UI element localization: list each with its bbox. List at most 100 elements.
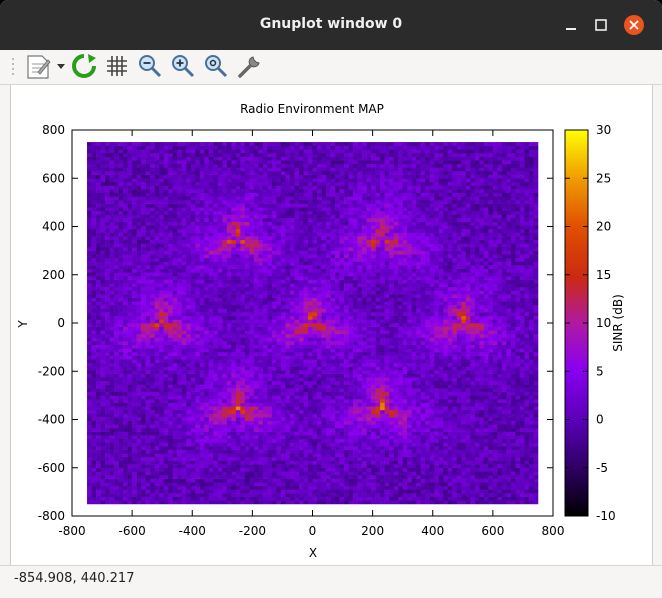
heatmap-cell [217, 500, 223, 505]
heatmap-cell [172, 395, 178, 400]
heatmap-cell [488, 496, 494, 501]
heatmap-cell [87, 395, 92, 400]
heatmap-cell [204, 417, 210, 422]
heatmap-cell [204, 323, 210, 327]
heatmap-cell [456, 493, 462, 497]
heatmap-cell [519, 485, 525, 490]
heatmap-cell [497, 402, 503, 407]
heatmap-cell [501, 420, 507, 425]
heatmap-cell [168, 496, 174, 501]
heatmap-cell [298, 409, 304, 414]
replot-icon[interactable] [70, 52, 98, 80]
settings-wrench-icon[interactable] [235, 52, 263, 80]
heatmap-cell [492, 500, 498, 505]
heatmap-cell [213, 427, 219, 432]
heatmap-cell [217, 496, 223, 501]
heatmap-cell [168, 388, 174, 393]
heatmap-cell [425, 500, 431, 505]
heatmap-cell [402, 395, 408, 400]
heatmap-cell [321, 489, 327, 494]
heatmap-cell [217, 420, 223, 425]
heatmap-cell [317, 366, 322, 371]
heatmap-cell [136, 373, 142, 378]
grid-icon[interactable] [103, 52, 131, 80]
heatmap-cell [235, 449, 241, 454]
plot-canvas[interactable]: Radio Environment MAP -800 -600 -400 -200 0 2… [10, 85, 653, 565]
heatmap-cell [434, 467, 440, 472]
heatmap-cell [262, 446, 268, 450]
heatmap-cell [465, 435, 471, 440]
heatmap-cell [515, 460, 521, 465]
heatmap-cell [123, 362, 128, 367]
heatmap-cell [271, 341, 277, 346]
heatmap-cell [312, 427, 318, 432]
heatmap-cell [456, 337, 462, 342]
heatmap-cell [235, 366, 241, 371]
heatmap-cell [105, 348, 110, 353]
heatmap-cell [109, 344, 115, 349]
heatmap-cell [348, 442, 354, 447]
heatmap-cell [195, 333, 201, 338]
heatmap-cell [335, 496, 340, 501]
zoom-auto-icon[interactable] [202, 52, 230, 80]
heatmap-cell [213, 442, 219, 447]
heatmap-cell [411, 380, 417, 385]
heatmap-cell [348, 333, 354, 338]
heatmap-cell [348, 449, 354, 454]
heatmap-cell [217, 474, 223, 479]
heatmap-cell [195, 406, 201, 411]
heatmap-cell [519, 409, 525, 414]
zoom-out-icon[interactable] [136, 52, 164, 80]
heatmap-cell [488, 406, 494, 411]
heatmap-cell [384, 406, 390, 411]
heatmap-cell [235, 456, 241, 461]
heatmap-cell [348, 359, 354, 364]
heatmap-cell [267, 485, 273, 490]
heatmap-cell [208, 373, 214, 378]
heatmap-cell [105, 409, 110, 414]
heatmap-cell [258, 424, 264, 429]
heatmap-cell [100, 348, 106, 353]
heatmap-cell [222, 359, 228, 364]
heatmap-cell [344, 438, 349, 443]
heatmap-cell [528, 337, 534, 342]
heatmap-cell [114, 337, 119, 342]
heatmap-cell [244, 366, 250, 371]
heatmap-cell [434, 493, 440, 497]
heatmap-cell [222, 435, 228, 440]
heatmap-cell [213, 395, 219, 400]
heatmap-cell [398, 449, 403, 454]
heatmap-cell [136, 362, 142, 367]
heatmap-cell [199, 384, 205, 389]
heatmap-cell [145, 496, 151, 501]
plot-svg[interactable]: Radio Environment MAP -800 -600 -400 -200 0 2… [11, 85, 652, 565]
heatmap-cell [87, 482, 92, 487]
heatmap-cell [326, 373, 331, 378]
heatmap-cell [91, 417, 97, 422]
heatmap-cell [96, 453, 101, 458]
heatmap-cell [438, 464, 444, 469]
heatmap-cell [479, 427, 485, 432]
title-bar[interactable]: Gnuplot window 0 [0, 0, 662, 50]
heatmap-cell [483, 395, 489, 400]
heatmap-cell [420, 493, 426, 497]
export-icon[interactable] [24, 52, 68, 80]
heatmap-cell [483, 438, 489, 443]
heatmap-cell [118, 453, 124, 458]
heatmap-cell [497, 344, 503, 349]
minimize-icon[interactable] [560, 14, 582, 36]
heatmap-cell [375, 442, 381, 447]
maximize-icon[interactable] [590, 14, 612, 36]
zoom-in-icon[interactable] [169, 52, 197, 80]
heatmap-cell [244, 337, 250, 342]
heatmap-cell [208, 456, 214, 461]
heatmap-cell [271, 377, 277, 382]
heatmap-cell [366, 478, 372, 483]
heatmap-cell [335, 485, 340, 490]
heatmap-cell [127, 449, 133, 454]
heatmap-cell [474, 424, 480, 429]
heatmap-cell [100, 398, 106, 403]
heatmap-cell [235, 406, 241, 411]
close-icon[interactable] [623, 14, 645, 36]
heatmap-cell [150, 435, 155, 440]
